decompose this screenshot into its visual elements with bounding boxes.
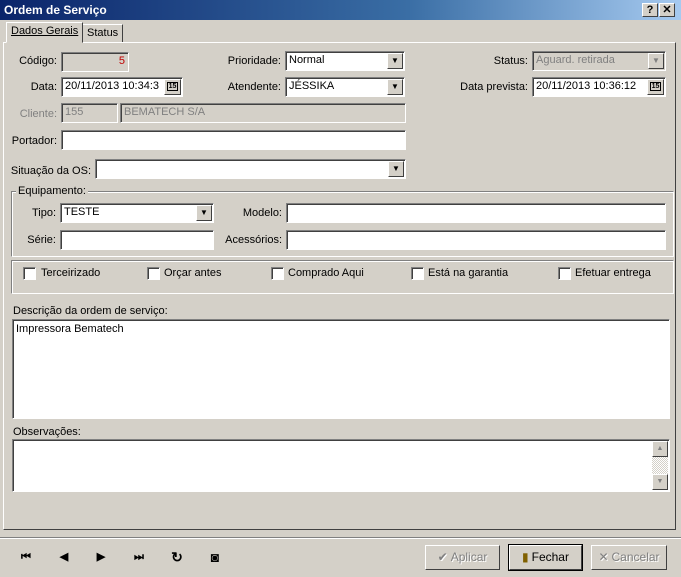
- data-label: Data:: [30, 81, 57, 93]
- first-record-icon[interactable]: ⏮: [15, 546, 37, 568]
- acessorios-input[interactable]: [286, 230, 666, 250]
- garantia-label: Está na garantia: [428, 267, 509, 279]
- bottom-separator: [0, 537, 681, 539]
- observacoes-label: Observações:: [13, 426, 81, 438]
- check-icon: ✔: [437, 550, 448, 564]
- tipo-select[interactable]: TESTE ▼: [60, 203, 214, 223]
- dropdown-arrow-icon[interactable]: ▼: [387, 53, 403, 69]
- refresh-icon[interactable]: ↻: [166, 546, 188, 568]
- calendar-icon[interactable]: 15: [647, 79, 664, 95]
- data-prevista-label: Data prevista:: [460, 81, 528, 93]
- garantia-checkbox[interactable]: [411, 267, 424, 280]
- descricao-label: Descrição da ordem de serviço:: [13, 305, 168, 317]
- codigo-field: 5: [61, 52, 129, 72]
- dropdown-arrow-icon[interactable]: ▼: [388, 161, 404, 177]
- comprado-aqui-checkbox[interactable]: [271, 267, 284, 280]
- comprado-aqui-label: Comprado Aqui: [288, 267, 364, 279]
- equipamento-legend: Equipamento:: [16, 185, 88, 197]
- observacoes-textarea[interactable]: ▲ ▼: [12, 439, 670, 492]
- status-select: Aguard. retirada ▼: [532, 51, 666, 71]
- tab-dados-gerais[interactable]: Dados Gerais: [6, 22, 84, 43]
- serie-label: Série:: [27, 234, 56, 246]
- cliente-code-field: 155: [61, 103, 118, 123]
- dropdown-arrow-icon[interactable]: ▼: [387, 79, 403, 95]
- acessorios-label: Acessórios:: [225, 234, 282, 246]
- prioridade-label: Prioridade:: [227, 55, 281, 67]
- efetuar-entrega-label: Efetuar entrega: [575, 267, 651, 279]
- scroll-down-icon[interactable]: ▼: [652, 474, 668, 490]
- orcar-antes-checkbox[interactable]: [147, 267, 160, 280]
- tab-status[interactable]: Status: [82, 24, 124, 43]
- title-bar: Ordem de Serviço ? ✕: [0, 0, 681, 20]
- portador-input[interactable]: [61, 130, 406, 150]
- window-title: Ordem de Serviço: [4, 3, 107, 17]
- scroll-up-icon[interactable]: ▲: [652, 441, 668, 457]
- prioridade-select[interactable]: Normal ▼: [285, 51, 405, 71]
- atendente-select[interactable]: JÉSSIKA ▼: [285, 77, 405, 97]
- serie-input[interactable]: [60, 230, 214, 250]
- next-record-icon[interactable]: ▶: [90, 546, 112, 568]
- cliente-name-field: BEMATECH S/A: [120, 103, 406, 123]
- calendar-icon[interactable]: 15: [164, 79, 181, 95]
- modelo-label: Modelo:: [242, 207, 282, 219]
- record-icon[interactable]: ◙: [204, 546, 226, 568]
- cancel-icon: ✕: [598, 550, 609, 564]
- data-field[interactable]: 20/11/2013 10:34:3 15: [61, 77, 183, 97]
- fechar-button[interactable]: ▮ Fechar: [508, 544, 583, 571]
- dropdown-arrow-icon[interactable]: ▼: [196, 205, 212, 221]
- terceirizado-checkbox[interactable]: [23, 267, 36, 280]
- modelo-input[interactable]: [286, 203, 666, 223]
- close-button[interactable]: ✕: [659, 3, 675, 17]
- observacoes-scrollbar[interactable]: ▲ ▼: [652, 441, 668, 490]
- prev-record-icon[interactable]: ◀: [53, 546, 75, 568]
- situacao-select[interactable]: ▼: [95, 159, 406, 179]
- cliente-label: Cliente:: [19, 108, 57, 120]
- terceirizado-label: Terceirizado: [41, 267, 101, 279]
- descricao-textarea[interactable]: Impressora Bematech: [12, 319, 670, 419]
- help-button[interactable]: ?: [642, 3, 658, 17]
- codigo-label: Código:: [19, 55, 57, 67]
- last-record-icon[interactable]: ⏭: [128, 546, 150, 568]
- orcar-antes-label: Orçar antes: [164, 267, 222, 279]
- status-label: Status:: [493, 55, 528, 67]
- situacao-label: Situação da OS:: [10, 165, 91, 177]
- tipo-label: Tipo:: [31, 207, 56, 219]
- aplicar-button[interactable]: ✔ Aplicar: [425, 545, 500, 570]
- dropdown-arrow-icon: ▼: [648, 53, 664, 69]
- data-prevista-field[interactable]: 20/11/2013 10:36:12 15: [532, 77, 666, 97]
- atendente-label: Atendente:: [227, 81, 281, 93]
- efetuar-entrega-checkbox[interactable]: [558, 267, 571, 280]
- portador-label: Portador:: [11, 135, 57, 147]
- door-icon: ▮: [522, 550, 529, 564]
- cancelar-button[interactable]: ✕ Cancelar: [591, 545, 667, 570]
